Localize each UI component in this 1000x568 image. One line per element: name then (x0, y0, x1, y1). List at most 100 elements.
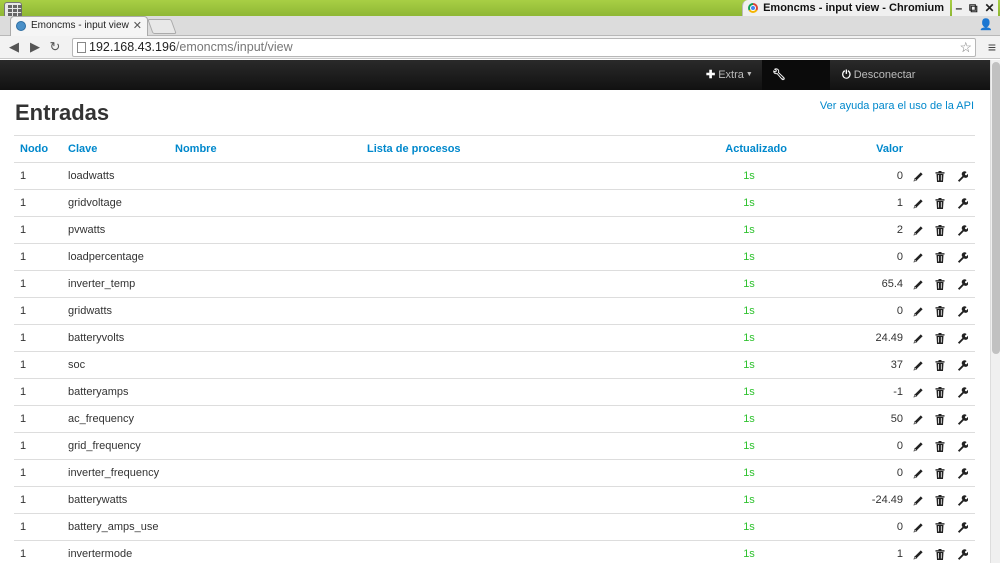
pencil-icon[interactable] (911, 169, 925, 183)
tab-title: Emoncms - input view (31, 20, 129, 31)
back-arrow-icon[interactable]: ◀ (6, 39, 22, 55)
cell-actions (905, 270, 975, 298)
trash-icon[interactable] (933, 304, 947, 318)
trash-icon[interactable] (933, 250, 947, 264)
hamburger-menu-icon[interactable]: ≡ (988, 39, 996, 55)
trash-icon[interactable] (933, 331, 947, 345)
wrench-icon[interactable] (955, 547, 969, 561)
bookmark-star-icon[interactable]: ☆ (959, 39, 972, 56)
trash-icon[interactable] (933, 277, 947, 291)
cell-valor: 0 (801, 297, 905, 325)
wrench-icon[interactable] (955, 466, 969, 480)
tab-close-icon[interactable]: ✕ (133, 17, 142, 35)
wrench-icon[interactable] (955, 223, 969, 237)
wrench-icon[interactable] (955, 493, 969, 507)
wrench-icon[interactable] (955, 196, 969, 210)
caret-down-icon: ▼ (745, 71, 753, 79)
wrench-icon[interactable] (955, 412, 969, 426)
pencil-icon[interactable] (911, 358, 925, 372)
cell-valor: 24.49 (801, 324, 905, 352)
pencil-icon[interactable] (911, 277, 925, 291)
pencil-icon[interactable] (911, 331, 925, 345)
cell-clave: soc (68, 351, 175, 379)
header-valor[interactable]: Valor (801, 135, 905, 163)
api-help-link[interactable]: Ver ayuda para el uso de la API (820, 100, 974, 112)
new-tab-button[interactable] (147, 19, 177, 34)
pencil-icon[interactable] (911, 304, 925, 318)
trash-icon[interactable] (933, 223, 947, 237)
nav-logout-link[interactable]: ⏻ Desconectar (832, 60, 932, 90)
scrollbar-thumb[interactable] (992, 62, 1000, 354)
cell-nodo: 1 (14, 297, 68, 325)
pencil-icon[interactable] (911, 223, 925, 237)
wrench-icon[interactable] (955, 277, 969, 291)
trash-icon[interactable] (933, 412, 947, 426)
cell-lista-procesos (367, 351, 697, 379)
reload-icon[interactable]: ↻ (47, 39, 63, 55)
trash-icon[interactable] (933, 439, 947, 453)
trash-icon[interactable] (933, 547, 947, 561)
wrench-icon[interactable] (955, 439, 969, 453)
trash-icon[interactable] (933, 385, 947, 399)
trash-icon[interactable] (933, 358, 947, 372)
pencil-icon[interactable] (911, 439, 925, 453)
header-nombre[interactable]: Nombre (175, 135, 367, 163)
trash-icon[interactable] (933, 466, 947, 480)
trash-icon[interactable] (933, 169, 947, 183)
cell-nodo: 1 (14, 324, 68, 352)
cell-nodo: 1 (14, 270, 68, 298)
cell-clave: inverter_temp (68, 270, 175, 298)
wrench-icon[interactable] (955, 520, 969, 534)
profile-icon[interactable]: 👤 (978, 18, 994, 32)
nav-setup-menu[interactable]: 🔧︎ Setup ▼ (762, 60, 830, 111)
cell-nodo: 1 (14, 459, 68, 487)
pencil-icon[interactable] (911, 412, 925, 426)
minimize-icon[interactable]: – (955, 1, 962, 15)
wrench-icon[interactable] (955, 169, 969, 183)
maximize-icon[interactable]: ⧉ (969, 1, 978, 16)
trash-icon[interactable] (933, 493, 947, 507)
cell-actualizado: 1s (697, 378, 801, 406)
cell-nombre (175, 405, 367, 433)
header-nodo[interactable]: Nodo (14, 135, 68, 163)
forward-arrow-icon[interactable]: ▶ (27, 39, 43, 55)
wrench-icon[interactable] (955, 304, 969, 318)
header-lista-procesos[interactable]: Lista de procesos (367, 135, 697, 163)
cell-actualizado: 1s (697, 162, 801, 190)
pencil-icon[interactable] (911, 250, 925, 264)
cell-clave: loadwatts (68, 162, 175, 190)
cell-actions (905, 351, 975, 379)
cell-nombre (175, 351, 367, 379)
cell-clave: batteryvolts (68, 324, 175, 352)
header-actualizado[interactable]: Actualizado (697, 135, 801, 163)
cell-actualizado: 1s (697, 486, 801, 514)
cell-nodo: 1 (14, 513, 68, 541)
cell-actualizado: 1s (697, 324, 801, 352)
browser-tab[interactable]: Emoncms - input view ✕ (10, 16, 148, 36)
pencil-icon[interactable] (911, 196, 925, 210)
pencil-icon[interactable] (911, 547, 925, 561)
header-clave[interactable]: Clave (68, 135, 175, 163)
close-window-icon[interactable]: ✕ (984, 1, 994, 15)
wrench-icon[interactable] (955, 250, 969, 264)
url-host: 192.168.43.196 (89, 40, 176, 54)
page-scrollbar[interactable] (990, 60, 1000, 563)
trash-icon[interactable] (933, 520, 947, 534)
pencil-icon[interactable] (911, 385, 925, 399)
cell-nodo: 1 (14, 189, 68, 217)
nav-extra-menu[interactable]: ✚ Extra ▼ (696, 60, 762, 90)
cell-valor: 65.4 (801, 270, 905, 298)
cell-lista-procesos (367, 513, 697, 541)
pencil-icon[interactable] (911, 520, 925, 534)
cell-actualizado: 1s (697, 351, 801, 379)
trash-icon[interactable] (933, 196, 947, 210)
cell-lista-procesos (367, 297, 697, 325)
wrench-icon[interactable] (955, 331, 969, 345)
address-bar[interactable]: 192.168.43.196/emoncms/input/view ☆ (72, 38, 976, 57)
pencil-icon[interactable] (911, 493, 925, 507)
wrench-icon[interactable] (955, 385, 969, 399)
cell-actualizado: 1s (697, 216, 801, 244)
wrench-icon[interactable] (955, 358, 969, 372)
cell-clave: inverter_frequency (68, 459, 175, 487)
pencil-icon[interactable] (911, 466, 925, 480)
